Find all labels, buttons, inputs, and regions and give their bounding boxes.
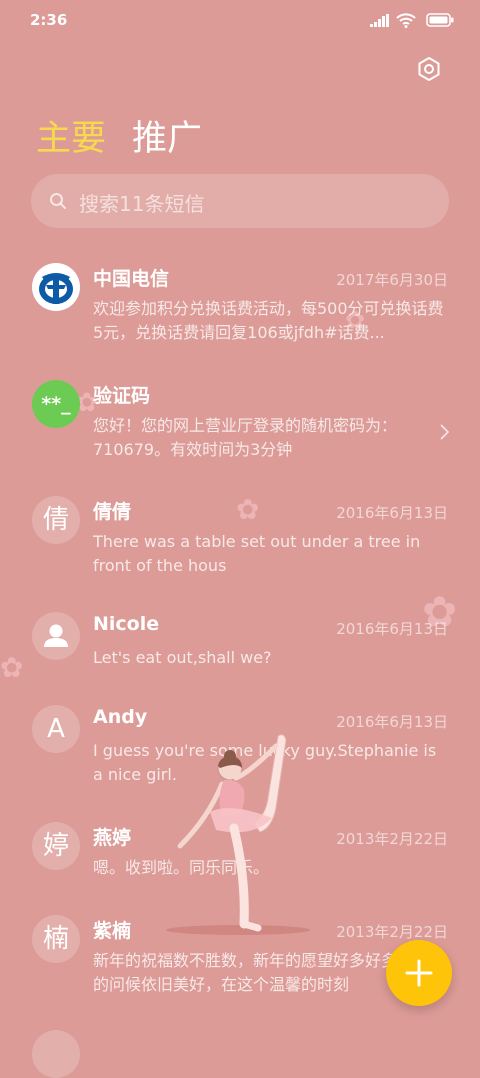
conversation-item[interactable]: **_ 验证码 您好！您的网上营业厅登录的随机密码为：710679。有效时间为3… (0, 380, 480, 488)
status-time: 2:36 (30, 11, 68, 29)
contact-name: 紫楠 (93, 920, 132, 942)
contact-avatar (32, 1030, 80, 1078)
search-bar[interactable]: 搜索11条短信 (31, 174, 449, 228)
contact-name: 燕婷 (93, 827, 132, 849)
contact-avatar: A (32, 705, 80, 753)
chevron-right-icon[interactable] (438, 422, 450, 442)
conversation-item[interactable]: Nicole 2016年6月13日 Let's eat out,shall we… (0, 612, 480, 720)
status-bar: 2:36 (0, 0, 480, 40)
message-date: 2017年6月30日 (336, 271, 448, 289)
conversation-item[interactable]: 中国电信 2017年6月30日 欢迎参加积分兑换话费活动，每500分可兑换话费5… (0, 263, 480, 371)
signal-icon (370, 14, 389, 27)
person-icon (32, 612, 80, 660)
contact-name: Andy (93, 706, 148, 728)
contact-avatar: 楠 (32, 915, 80, 963)
message-date: 2013年2月22日 (336, 830, 448, 848)
contact-name: Nicole (93, 613, 160, 635)
message-date: 2016年6月13日 (336, 620, 448, 638)
search-icon (50, 193, 66, 209)
message-preview: 欢迎参加积分兑换话费活动，每500分可兑换话费5元，兑换话费请回复106或jfd… (93, 299, 444, 342)
contact-name: 验证码 (93, 385, 151, 407)
wifi-icon (396, 13, 416, 28)
message-preview: Let's eat out,shall we? (93, 648, 272, 667)
tab-primary[interactable]: 主要 (36, 110, 106, 161)
new-message-button[interactable] (386, 940, 452, 1006)
message-date: 2016年6月13日 (336, 713, 448, 731)
search-input[interactable]: 搜索11条短信 (79, 188, 204, 217)
contact-avatar: 婷 (32, 822, 80, 870)
message-date: 2016年6月13日 (336, 504, 448, 522)
contact-name: 中国电信 (93, 268, 170, 290)
contact-name: 倩倩 (93, 501, 132, 523)
plus-icon (405, 959, 433, 987)
message-preview: There was a table set out under a tree i… (93, 532, 421, 575)
tab-promotions[interactable]: 推广 (132, 110, 202, 161)
message-date: 2013年2月22日 (336, 923, 448, 941)
battery-icon (426, 13, 454, 27)
message-preview: 您好！您的网上营业厅登录的随机密码为：710679。有效时间为3分钟 (93, 416, 398, 459)
verification-code-avatar: **_ (32, 380, 80, 428)
settings-gear-icon[interactable] (416, 56, 442, 82)
conversation-item[interactable]: 倩 倩倩 2016年6月13日 There was a table set ou… (0, 496, 480, 604)
ballerina-illustration (166, 734, 310, 935)
china-telecom-logo (32, 263, 80, 311)
contact-avatar: 倩 (32, 496, 80, 544)
